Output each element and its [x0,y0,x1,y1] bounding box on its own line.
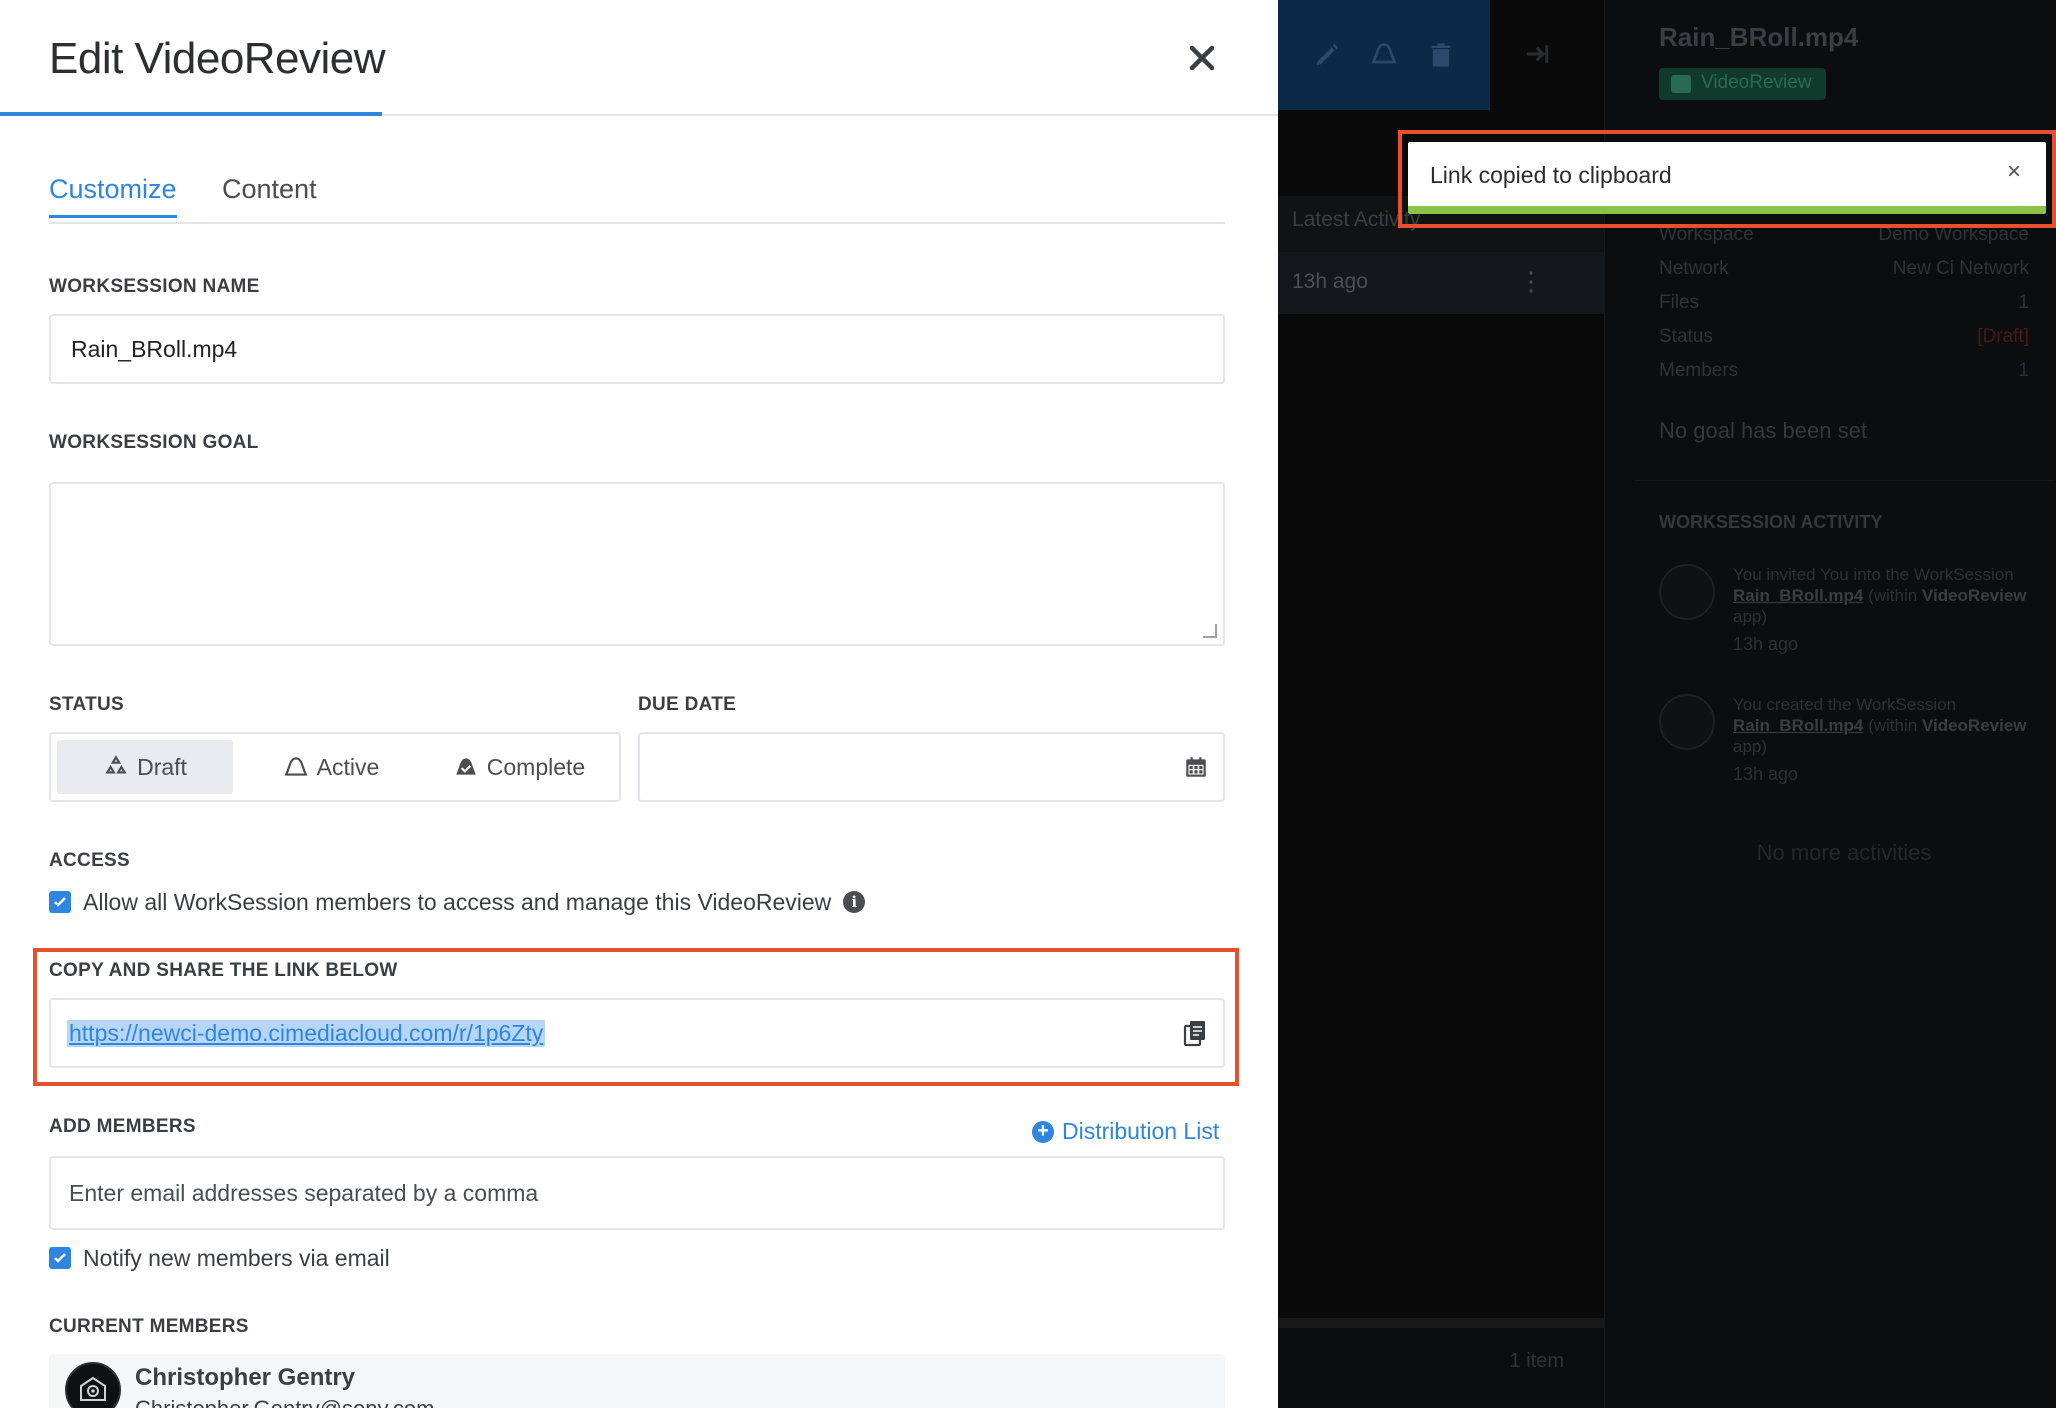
toast-message: Link copied to clipboard [1430,162,1672,188]
modal-title: Edit VideoReview [49,34,386,83]
access-checkbox[interactable] [49,891,71,913]
meta-key: Members [1659,360,1739,381]
access-label: ACCESS [49,850,130,871]
activity-time: 13h ago [1733,634,1799,654]
bell-icon [284,757,307,776]
avatar [1659,694,1715,750]
status-active-label: Active [316,753,380,780]
list-item-time: 13h ago [1292,270,1368,293]
notify-checkbox-label: Notify new members via email [83,1244,390,1271]
status-draft-label: Draft [137,753,187,780]
trash-icon[interactable] [1421,35,1461,75]
close-icon[interactable] [1182,38,1222,78]
workspace-toolbar [1278,0,1490,110]
more-options-icon[interactable]: ⋮ [1518,266,1544,297]
check-envelope-icon [456,758,476,775]
add-members-label: ADD MEMBERS [49,1116,196,1137]
resize-handle[interactable] [1203,624,1217,638]
pencil-icon[interactable] [1307,35,1347,75]
activity-text: You invited You into the WorkSession Rai… [1733,565,2027,626]
member-name: Christopher Gentry [135,1364,356,1391]
share-link-field[interactable]: https://newci-demo.cimediacloud.com/r/1p… [49,998,1225,1068]
status-active-button[interactable]: Active [233,740,429,794]
share-link[interactable]: https://newci-demo.cimediacloud.com/r/1p… [67,1020,546,1047]
meta-key: Network [1659,258,1729,279]
app-badge-label: VideoReview [1701,72,1812,93]
meta-row-status: Status [Draft] [1659,326,2029,348]
meta-row-files: Files 1 [1659,292,2029,314]
current-members-label: CURRENT MEMBERS [49,1316,249,1337]
divider [1635,480,2055,481]
worksession-goal-label: WORKSESSION GOAL [49,432,259,453]
avatar [65,1362,121,1408]
meta-row-members: Members 1 [1659,360,2029,382]
exit-icon[interactable] [1510,26,1566,82]
bell-icon[interactable] [1364,35,1404,75]
info-icon[interactable]: i [843,891,866,913]
access-checkbox-label: Allow all WorkSession members to access … [83,888,832,915]
avatar [1659,564,1715,620]
worksession-goal-textarea[interactable] [49,482,1225,646]
list-footer-count: 1 item [1278,1318,1604,1408]
activity-header: WORKSESSION ACTIVITY [1659,512,1883,532]
member-email: Christopher.Gentry@sony.com [135,1396,434,1408]
status-complete-button[interactable]: Complete [429,740,609,794]
status-draft-button[interactable]: Draft [57,740,233,794]
edit-videoreview-modal: Edit VideoReview Customize Content WORKS… [0,0,1278,1408]
due-date-label: DUE DATE [638,694,737,715]
share-link-label: COPY AND SHARE THE LINK BELOW [49,960,398,981]
panel-title: Rain_BRoll.mp4 [1659,22,1859,52]
email-input[interactable] [69,1180,1205,1207]
videoreview-icon [1671,75,1691,93]
access-checkbox-row: Allow all WorkSession members to access … [49,886,866,918]
toast-notification: Link copied to clipboard × [1408,142,2046,214]
meta-row-network: Network New Ci Network [1659,258,2029,280]
modal-tabs: Customize Content [49,168,1225,224]
tab-content[interactable]: Content [222,174,317,215]
copy-icon[interactable] [1183,1020,1207,1048]
status-segmented-control: Draft Active Complete [49,732,621,802]
due-date-input[interactable] [638,732,1225,802]
meta-key: Files [1659,292,1700,313]
no-more-activities: No more activities [1756,840,1932,865]
email-field [49,1156,1225,1230]
toast-close-icon[interactable]: × [2000,158,2028,186]
status-complete-label: Complete [486,753,586,780]
tab-customize[interactable]: Customize [49,174,177,218]
modal-header: Edit VideoReview [0,0,1278,116]
meta-value: [Draft] [1977,326,2029,347]
no-goal-text: No goal has been set [1659,418,1867,443]
meta-value: 1 [2018,292,2029,313]
title-accent-bar [0,112,382,116]
app-badge: VideoReview [1659,68,1826,100]
meta-value[interactable]: 1 [2018,360,2029,382]
worksession-name-label: WORKSESSION NAME [49,276,260,297]
meta-key: Status [1659,326,1713,347]
recycle-icon [105,755,127,774]
activity-text: You created the WorkSession Rain_BRoll.m… [1733,695,2027,756]
distribution-list-label: Distribution List [1062,1118,1220,1144]
worksession-name-input[interactable]: Rain_BRoll.mp4 [49,314,1225,384]
meta-value: New Ci Network [1892,258,2029,279]
notify-checkbox[interactable] [49,1247,71,1269]
status-label: STATUS [49,694,124,715]
distribution-list-button[interactable]: + Distribution List [1032,1118,1219,1145]
activity-time: 13h ago [1733,764,1799,784]
calendar-icon[interactable] [1183,754,1209,780]
plus-circle-icon: + [1032,1120,1054,1143]
list-item[interactable]: 13h ago ⋮ [1278,252,1604,314]
camera-avatar-icon [80,1376,106,1401]
list-item[interactable]: Christopher Gentry Christopher.Gentry@so… [49,1354,1225,1408]
notify-checkbox-row: Notify new members via email [49,1242,390,1274]
